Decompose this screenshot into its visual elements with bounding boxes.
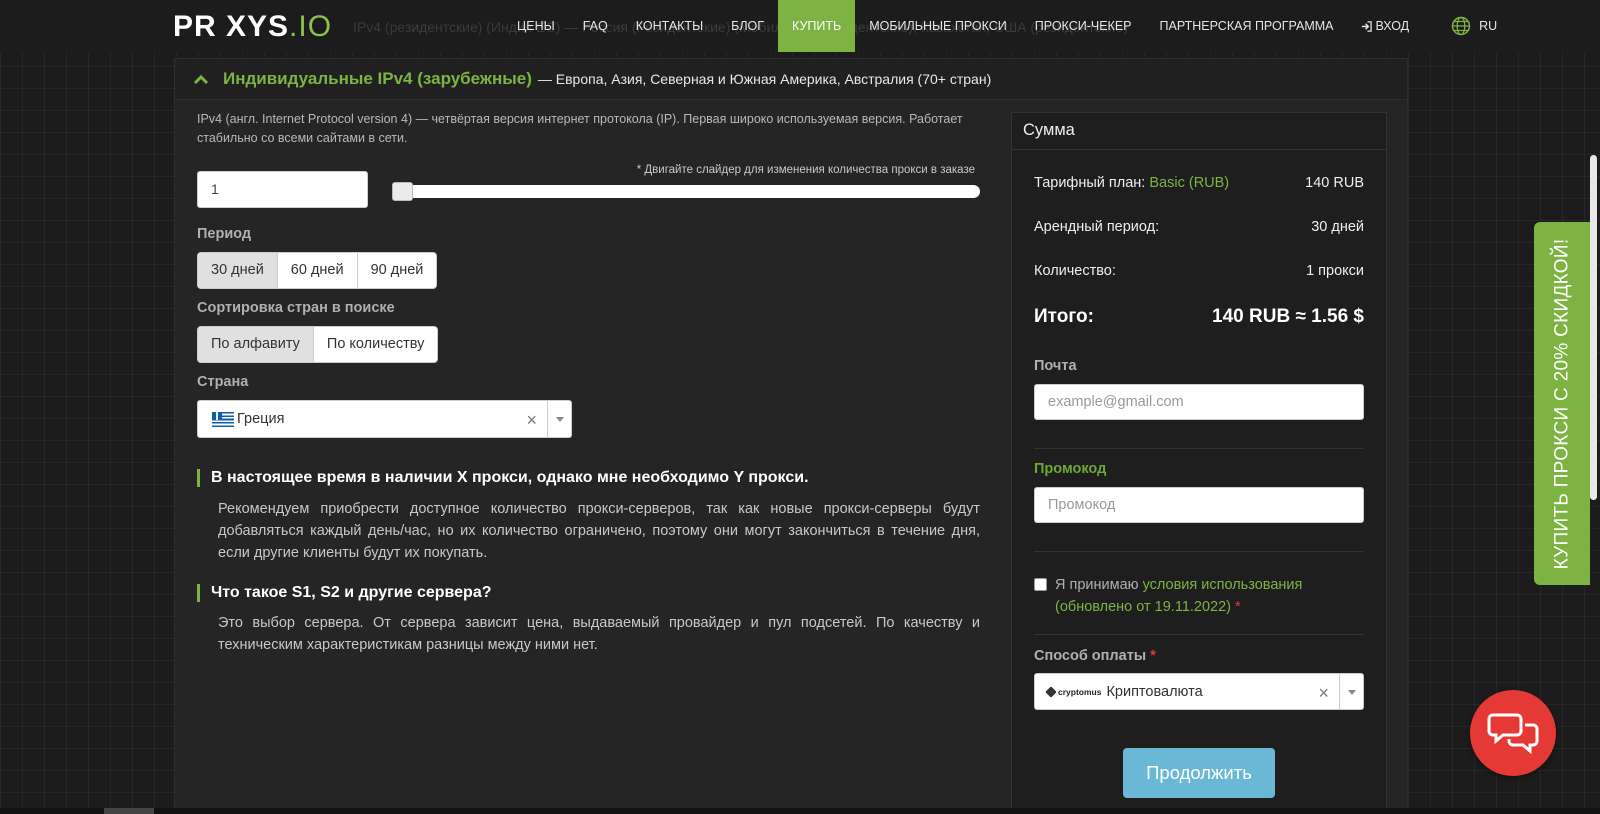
horizontal-scrollbar[interactable] [0,808,1600,814]
promo-label: Промокод [1034,461,1107,477]
login-label: ВХОД [1375,19,1410,33]
login-icon [1362,20,1373,32]
nav-item-proxy-checker[interactable]: ПРОКСИ-ЧЕКЕР [1021,0,1146,52]
summary-period-row: Арендный период: 30 дней [1034,219,1364,235]
cube-icon [1045,685,1057,698]
country-selected-value: Греция [237,411,285,427]
language-label: RU [1479,19,1498,33]
terms-row: Я принимаю условия использования (обновл… [1034,574,1364,618]
scrollbar[interactable] [1590,155,1597,500]
period-30-button[interactable]: 30 дней [198,253,278,288]
quantity-input[interactable]: 1 [197,171,368,208]
period-60-button[interactable]: 60 дней [278,253,358,288]
chevron-down-icon [555,416,564,422]
payment-method-select[interactable]: cryptomus Криптовалюта × [1034,673,1364,710]
summary-total-row: Итого: 140 RUB ≈ 1.56 $ [1034,306,1364,328]
period-summary-value: 30 дней [1311,219,1364,235]
continue-button[interactable]: Продолжить [1123,748,1275,798]
logo[interactable]: PR XYS.IO [173,10,332,44]
quantity-slider-track[interactable] [392,185,980,198]
required-mark: * [1235,599,1241,615]
cryptomus-logo-text: cryptomus [1058,686,1102,697]
period-button-group: 30 дней 60 дней 90 дней [197,252,438,289]
nav-item-partner-program[interactable]: ПАРТНЕРСКАЯ ПРОГРАММА [1146,0,1348,52]
country-clear-button[interactable]: × [526,410,537,431]
summary-title: Сумма [1023,121,1075,139]
nav-login-button[interactable]: ВХОД [1347,0,1423,52]
period-label: Период [197,226,252,242]
horizontal-scrollbar-thumb[interactable] [104,808,154,814]
divider [1034,551,1364,552]
divider [1034,448,1364,449]
summary-quantity-row: Количество: 1 прокси [1034,263,1364,279]
nav-item-blog[interactable]: БЛОГ [717,0,778,52]
plan-name: Basic (RUB) [1149,175,1230,191]
payment-dropdown-arrow[interactable] [1339,674,1363,710]
summary-plan-row: Тарифный план: Basic (RUB) 140 RUB [1034,175,1364,191]
terms-prefix: Я принимаю [1055,577,1139,593]
nav-item-faq[interactable]: FAQ [569,0,622,52]
sort-alphabet-button[interactable]: По алфавиту [198,327,314,362]
cryptomus-icon: cryptomus [1045,685,1102,698]
country-dropdown-arrow[interactable] [547,401,571,437]
payment-clear-button[interactable]: × [1318,683,1329,704]
product-description: IPv4 (англ. Internet Protocol version 4)… [197,112,963,145]
country-select[interactable]: Греция × [197,400,572,438]
chat-icon [1487,713,1539,755]
period-summary-label: Арендный период: [1034,219,1160,235]
greece-flag-icon [212,411,234,427]
sort-label: Сортировка стран в поиске [197,300,395,316]
payment-selected-value: Криптовалюта [1106,683,1203,700]
slider-hint: * Двигайте слайдер для изменения количес… [636,164,975,176]
sort-button-group: По алфавиту По количеству [197,326,439,363]
faq-answer-2: Это выбор сервера. От сервера зависит це… [218,615,980,653]
chevron-down-icon [1347,689,1356,695]
main-nav: ЦЕНЫ FAQ КОНТАКТЫ БЛОГ КУПИТЬ МОБИЛЬНЫЕ … [503,0,1511,52]
sort-quantity-button[interactable]: По количеству [314,327,437,362]
divider [1034,634,1364,635]
nav-item-mobile-proxies[interactable]: МОБИЛЬНЫЕ ПРОКСИ [855,0,1021,52]
terms-text: Я принимаю условия использования (обновл… [1055,574,1364,618]
payment-label: Способ оплаты [1034,648,1147,664]
language-selector[interactable]: RU [1437,0,1511,52]
payment-label-wrap: Способ оплаты * [1034,648,1156,664]
plan-price: 140 RUB [1305,175,1364,191]
terms-checkbox[interactable] [1034,578,1047,591]
promo-field[interactable]: Промокод [1034,487,1364,523]
faq-answer-1: Рекомендуем приобрести доступное количес… [218,501,980,561]
chat-button[interactable] [1470,690,1556,776]
email-field[interactable]: example@gmail.com [1034,384,1364,420]
plan-row-left: Тарифный план: Basic (RUB) [1034,175,1229,191]
quantity-summary-label: Количество: [1034,263,1116,279]
country-label: Страна [197,374,249,390]
logo-main: PR XYS [173,10,290,43]
accordion-header[interactable]: Индивидуальные IPv4 (зарубежные) — Европ… [174,58,1408,100]
nav-item-prices[interactable]: ЦЕНЫ [503,0,569,52]
required-mark: * [1150,648,1156,664]
discount-side-tab-label: КУПИТЬ ПРОКСИ С 20% СКИДКОЙ! [1551,238,1572,569]
total-value: 140 RUB ≈ 1.56 $ [1212,306,1364,327]
total-label: Итого: [1034,306,1094,327]
chevron-up-icon [193,74,209,85]
email-label: Почта [1034,358,1077,374]
navbar: IPv4 (резидентские) (Индия ЕС) — Россия … [0,0,1600,52]
discount-side-tab[interactable]: КУПИТЬ ПРОКСИ С 20% СКИДКОЙ! [1534,222,1590,585]
period-90-button[interactable]: 90 дней [358,253,437,288]
faq-question-2: Что такое S1, S2 и другие сервера? [197,584,492,602]
quantity-slider-handle[interactable] [392,182,413,201]
quantity-summary-value: 1 прокси [1306,263,1364,279]
accordion-title: Индивидуальные IPv4 (зарубежные) [223,69,532,88]
greece-flag-cross [212,404,222,407]
globe-icon [1451,16,1471,36]
nav-item-buy[interactable]: КУПИТЬ [778,0,856,52]
accordion-subtitle: — Европа, Азия, Северная и Южная Америка… [537,71,992,87]
plan-label: Тарифный план: [1034,175,1146,191]
logo-suffix: .IO [289,10,333,43]
faq-question-1: В настоящее время в наличии X прокси, од… [197,469,809,487]
nav-item-contacts[interactable]: КОНТАКТЫ [622,0,717,52]
